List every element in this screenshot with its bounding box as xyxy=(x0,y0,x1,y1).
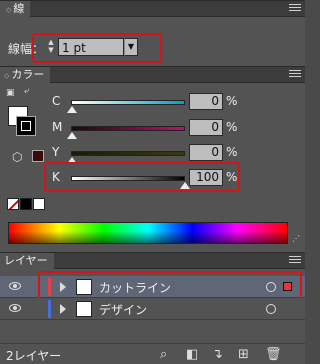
swap-colors-icon[interactable]: ⤶ xyxy=(24,86,29,96)
layer-color-indicator xyxy=(48,300,51,318)
channel-m-label: M xyxy=(52,120,63,134)
visibility-eye-icon[interactable] xyxy=(9,304,21,312)
target-circle-icon[interactable] xyxy=(266,304,276,314)
stroke-tab-label: 線 xyxy=(13,2,25,15)
channel-y-slider[interactable] xyxy=(71,151,185,156)
expand-triangle-icon[interactable] xyxy=(60,304,66,314)
channel-y-input[interactable]: 0 xyxy=(189,144,223,161)
default-colors-icon[interactable]: ▣ xyxy=(6,88,15,98)
layers-tab-label: レイヤー xyxy=(4,254,48,267)
tab-stroke[interactable]: ◇ 線 xyxy=(0,1,31,17)
layers-panel-titlebar: レイヤー xyxy=(0,252,305,269)
channel-m-input[interactable]: 0 xyxy=(189,119,223,136)
channel-c-input[interactable]: 0 xyxy=(189,93,223,110)
color-spectrum[interactable] xyxy=(8,222,288,244)
channel-m-unit: % xyxy=(226,120,238,134)
stroke-panel-titlebar: ✕ ◇線 xyxy=(0,0,305,17)
stroke-panel: ✕ ◇線 線幅： ▲ ▼ 1 pt ▼ xyxy=(0,0,305,66)
make-clipping-mask-icon[interactable]: ◧ xyxy=(186,347,198,362)
channel-y-unit: % xyxy=(226,145,238,159)
highlight-box-weight xyxy=(32,33,162,63)
tab-arrows-icon: ◇ xyxy=(6,6,12,14)
new-layer-icon[interactable]: ⊞ xyxy=(238,347,249,362)
search-icon[interactable]: ⌕ xyxy=(160,347,167,362)
new-sublayer-icon[interactable]: ↴ xyxy=(212,347,223,362)
delete-icon[interactable]: 🗑 xyxy=(265,347,282,362)
stroke-swatch[interactable] xyxy=(16,116,36,136)
cube-icon: ⬡ xyxy=(12,150,23,164)
panel-menu-icon[interactable] xyxy=(289,70,301,80)
channel-c-slider[interactable] xyxy=(71,100,185,105)
tab-arrows-icon: ◇ xyxy=(4,72,10,80)
layer-thumbnail xyxy=(76,301,92,317)
black-swatch[interactable] xyxy=(20,198,32,210)
channel-m-handle[interactable] xyxy=(67,132,77,139)
channel-y-label: Y xyxy=(52,145,60,159)
resize-grip-icon[interactable]: ⋰ xyxy=(292,234,300,243)
color-panel-titlebar: ◇ カラー xyxy=(0,66,305,83)
panel-menu-icon[interactable] xyxy=(289,4,301,14)
layer-row[interactable]: デザイン xyxy=(0,298,305,320)
channel-c-label: C xyxy=(52,94,61,108)
tab-layers[interactable]: レイヤー xyxy=(0,253,54,269)
channel-m-slider[interactable] xyxy=(71,126,185,131)
white-swatch[interactable] xyxy=(33,198,45,210)
highlight-box-k xyxy=(44,162,240,192)
layer-count: 2レイヤー xyxy=(6,349,62,363)
layers-footer: 2レイヤー ⌕ ◧ ↴ ⊞ 🗑 xyxy=(0,343,305,364)
panel-menu-icon[interactable] xyxy=(289,256,301,266)
none-swatch[interactable] xyxy=(7,198,19,210)
tab-color[interactable]: ◇ カラー xyxy=(0,67,51,83)
visibility-eye-icon[interactable] xyxy=(9,282,21,290)
layer-name[interactable]: デザイン xyxy=(99,301,147,318)
channel-c-handle[interactable] xyxy=(67,106,77,113)
highlight-box-layer xyxy=(38,271,302,301)
color-tab-label: カラー xyxy=(11,68,45,81)
channel-c-unit: % xyxy=(226,94,238,108)
out-of-gamut-swatch[interactable] xyxy=(32,150,44,162)
